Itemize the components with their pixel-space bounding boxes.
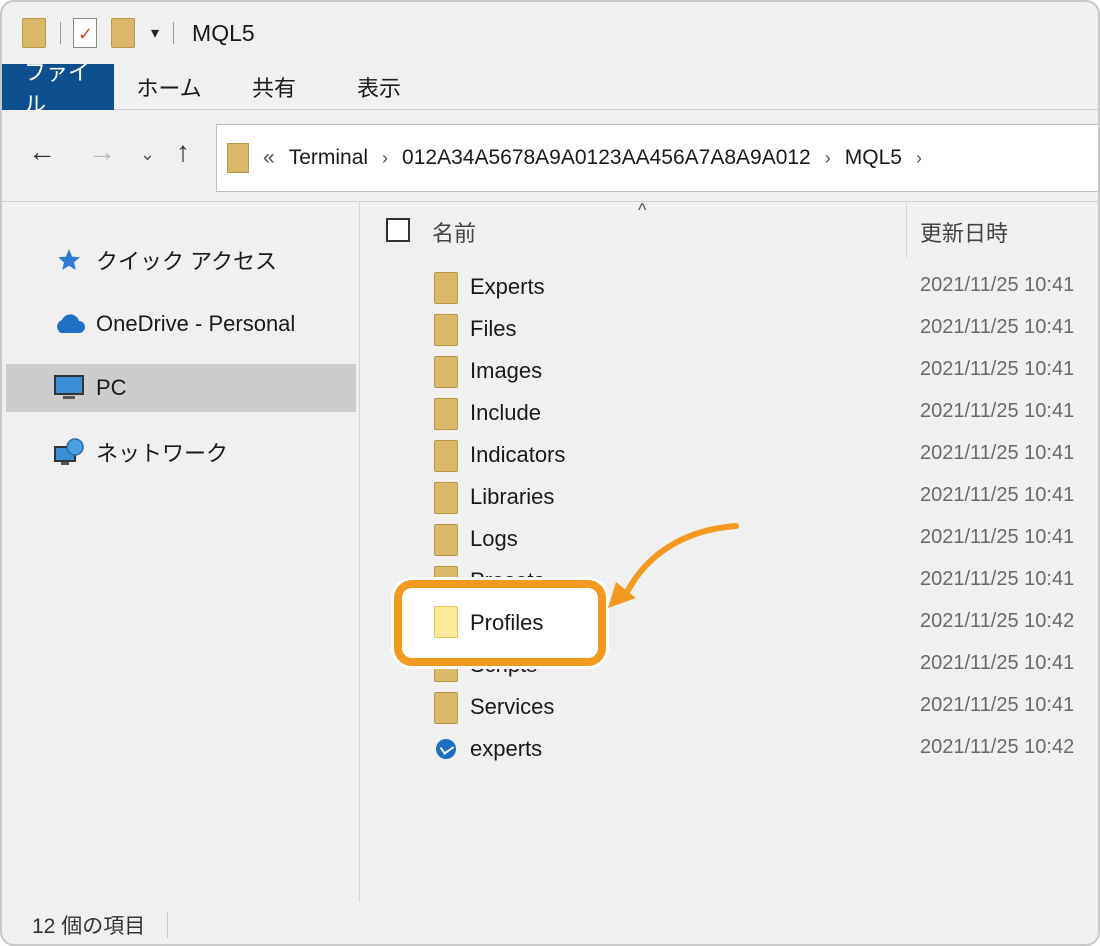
column-divider[interactable] [906,202,907,258]
list-item[interactable]: Files 2021/11/25 10:41 [362,310,1098,352]
file-date: 2021/11/25 10:41 [920,526,1075,548]
tab-view[interactable]: 表示 [324,64,434,110]
network-icon [52,438,86,466]
file-name: Files [470,316,517,341]
recent-locations-icon[interactable]: ⌄ [140,144,155,165]
sidebar-item-quick-access[interactable]: クイック アクセス [6,236,356,284]
file-date: 2021/11/25 10:41 [920,442,1075,464]
file-name: experts [470,736,543,761]
navigation-pane: クイック アクセス OneDrive - Personal PC ネットワーク [2,202,360,902]
chevron-right-icon[interactable]: › [382,148,388,169]
folder-icon [434,440,458,472]
file-date: 2021/11/25 10:42 [920,736,1075,758]
breadcrumb-overflow-icon[interactable]: « [263,146,275,170]
window-title: MQL5 [192,19,255,46]
column-header: 名前 ^ 更新日時 [362,200,1098,258]
folder-icon [434,398,458,430]
forward-arrow-icon[interactable]: → [88,136,116,168]
ribbon-tabs: ファイル ホーム 共有 表示 [2,60,1098,117]
file-date: 2021/11/25 10:41 [920,568,1075,590]
file-date: 2021/11/25 10:41 [920,694,1075,716]
toolbar-separator [173,22,175,44]
file-name: Services [470,694,555,719]
folder-icon [434,314,458,346]
list-item[interactable]: Include 2021/11/25 10:41 [362,394,1098,436]
explorer-window: ✓ ▾ MQL5 ファイル ホーム 共有 表示 ← → ⌄ ↑ « Termin… [0,0,1100,946]
file-name: Images [470,358,543,383]
monitor-icon [52,374,86,402]
item-count: 12 個の項目 [32,915,146,938]
title-bar: ✓ ▾ MQL5 [2,2,1098,64]
highlight-callout-profiles[interactable]: Profiles [394,580,606,666]
folder-icon [227,143,249,173]
list-item[interactable]: Libraries 2021/11/25 10:41 [362,478,1098,520]
status-separator [167,912,169,938]
file-name: Profiles [470,610,544,635]
properties-icon[interactable]: ✓ [73,18,97,48]
file-date: 2021/11/25 10:41 [920,274,1075,296]
tab-home[interactable]: ホーム [114,64,224,110]
folder-icon [434,272,458,304]
folder-icon [434,524,458,556]
file-name: Include [470,400,541,425]
list-item[interactable]: experts 2021/11/25 10:42 [362,730,1098,772]
folder-icon[interactable] [22,18,46,48]
list-item[interactable]: Services 2021/11/25 10:41 [362,688,1098,730]
list-item[interactable]: Images 2021/11/25 10:41 [362,352,1098,394]
sidebar-item-label: OneDrive - Personal [96,311,296,336]
breadcrumb-id[interactable]: 012A34A5678A9A0123AA456A7A8A9A012 [402,146,811,170]
list-item[interactable]: Experts 2021/11/25 10:41 [362,268,1098,310]
sort-ascending-icon: ^ [638,200,647,220]
file-date: 2021/11/25 10:41 [920,358,1075,380]
breadcrumb-mql5[interactable]: MQL5 [845,146,902,170]
sidebar-item-onedrive[interactable]: OneDrive - Personal [6,300,356,348]
select-all-checkbox[interactable] [386,218,410,242]
back-arrow-icon[interactable]: ← [28,136,56,168]
file-name: Indicators [470,442,566,467]
navigation-bar: ← → ⌄ ↑ « Terminal › 012A34A5678A9A0123A… [2,110,1098,202]
list-item[interactable]: Indicators 2021/11/25 10:41 [362,436,1098,478]
sidebar-item-label: ネットワーク [96,441,229,466]
sidebar-item-label: クイック アクセス [96,249,278,274]
dat-file-icon [436,739,456,759]
file-name: Libraries [470,484,555,509]
callout-arrow-icon [608,523,739,608]
sidebar-item-label: PC [96,375,127,400]
folder-icon [434,482,458,514]
file-name: Logs [470,526,518,551]
sidebar-item-pc[interactable]: PC [6,364,356,412]
address-bar[interactable]: « Terminal › 012A34A5678A9A0123AA456A7A8… [216,124,1098,192]
column-date-header[interactable]: 更新日時 [920,216,1008,248]
column-name-header[interactable]: 名前 [432,216,476,248]
chevron-right-icon[interactable]: › [916,148,922,169]
file-date: 2021/11/25 10:41 [920,652,1075,674]
quick-access-caret-icon[interactable]: ▾ [151,23,159,43]
file-date: 2021/11/25 10:41 [920,484,1075,506]
tab-file[interactable]: ファイル [2,60,114,117]
new-folder-icon[interactable] [111,18,135,48]
folder-icon [434,356,458,388]
file-name: Experts [470,274,545,299]
star-icon [52,246,86,274]
sidebar-item-network[interactable]: ネットワーク [6,428,356,476]
file-date: 2021/11/25 10:41 [920,400,1075,422]
tab-share[interactable]: 共有 [224,64,324,110]
up-arrow-icon[interactable]: ↑ [176,136,190,168]
breadcrumb-terminal[interactable]: Terminal [289,146,368,170]
cloud-icon [52,310,86,338]
status-bar: 12 個の項目 [2,902,1098,944]
toolbar-separator [60,22,61,44]
folder-icon [434,606,458,638]
file-date: 2021/11/25 10:41 [920,316,1075,338]
folder-icon [434,692,458,724]
chevron-right-icon[interactable]: › [825,148,831,169]
file-date: 2021/11/25 10:42 [920,610,1075,632]
